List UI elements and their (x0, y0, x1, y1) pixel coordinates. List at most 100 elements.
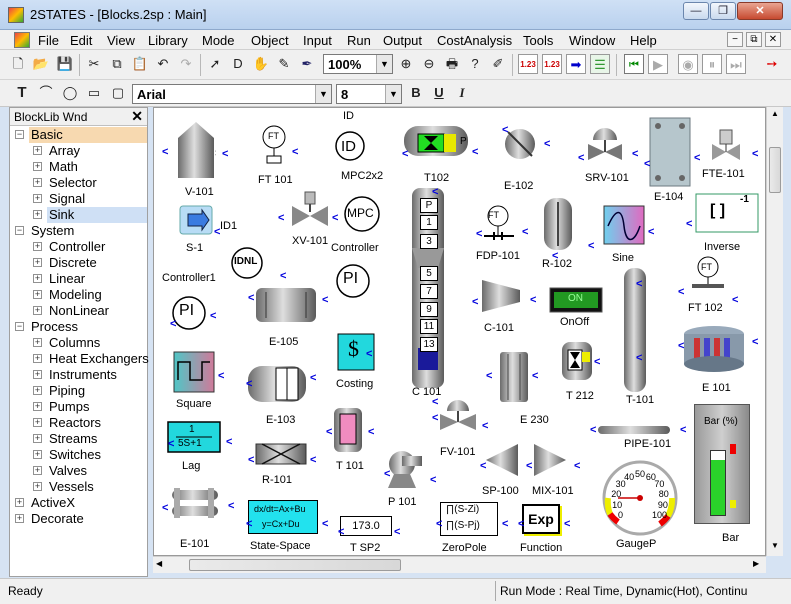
expand-toggle-icon[interactable]: + (33, 338, 42, 347)
port-arrow-icon[interactable]: < (472, 146, 478, 158)
tree-item-pumps[interactable]: Pumps (47, 399, 147, 415)
port-arrow-icon[interactable]: < (214, 226, 220, 238)
port-arrow-icon[interactable]: < (310, 372, 316, 384)
expand-toggle-icon[interactable]: + (33, 482, 42, 491)
redo-icon[interactable]: ↷ (176, 54, 196, 74)
port-arrow-icon[interactable]: < (544, 138, 550, 150)
port-arrow-icon[interactable]: < (632, 148, 638, 160)
port-arrow-icon[interactable]: < (588, 240, 594, 252)
port-arrow-icon[interactable]: < (680, 424, 686, 436)
port-arrow-icon[interactable]: < (436, 518, 442, 530)
tree-item-switches[interactable]: Switches (47, 447, 147, 463)
mixer-icon[interactable] (528, 438, 572, 482)
port-arrow-icon[interactable]: < (636, 278, 642, 290)
scroll-down-icon[interactable]: ▼ (771, 541, 779, 550)
save-icon[interactable]: 💾 (55, 54, 75, 74)
port-arrow-icon[interactable]: < (530, 294, 536, 306)
port-arrow-icon[interactable]: < (338, 526, 344, 538)
tank-t212-icon[interactable] (558, 340, 598, 382)
tree-item-heat-exchangers[interactable]: Heat Exchangers (47, 351, 149, 367)
select-pointer-icon[interactable]: ➚ (205, 54, 225, 74)
italic-button[interactable]: I (452, 83, 472, 103)
port-arrow-icon[interactable]: < (162, 146, 168, 158)
scroll-left-icon[interactable]: ◀ (156, 559, 162, 568)
expand-toggle-icon[interactable]: + (33, 306, 42, 315)
tree-item-columns[interactable]: Columns (47, 335, 147, 351)
fdp-transmitter-icon[interactable] (478, 204, 522, 246)
port-arrow-icon[interactable]: < (210, 310, 216, 322)
zoom-out-icon[interactable]: ⊖ (419, 54, 439, 74)
port-arrow-icon[interactable]: < (732, 294, 738, 306)
port-arrow-icon[interactable]: < (432, 186, 438, 198)
port-arrow-icon[interactable]: < (686, 218, 692, 230)
expand-toggle-icon[interactable]: + (33, 146, 42, 155)
cut-icon[interactable]: ✂ (84, 54, 104, 74)
tree-item-instruments[interactable]: Instruments (47, 367, 147, 383)
shell-tube-exchanger-icon[interactable] (250, 282, 322, 330)
port-arrow-icon[interactable]: < (310, 454, 316, 466)
diagram-canvas[interactable]: > V-101 FT FT 101 ID ID MPC2x2 P T102 E-… (153, 107, 766, 556)
tree-item-discrete[interactable]: Discrete (47, 255, 147, 271)
font-select[interactable]: Arial ▼ (132, 84, 332, 104)
menu-mode[interactable]: Mode (202, 33, 235, 48)
port-arrow-icon[interactable]: < (518, 518, 524, 530)
panel-close-icon[interactable]: ✕ (131, 108, 143, 125)
expand-toggle-icon[interactable]: + (33, 178, 42, 187)
port-arrow-icon[interactable]: < (594, 356, 600, 368)
port-arrow-icon[interactable]: < (752, 336, 758, 348)
menu-output[interactable]: Output (383, 33, 422, 48)
pan-hand-icon[interactable]: ✋ (251, 54, 271, 74)
maximize-button[interactable]: ❐ (710, 2, 736, 20)
step-icon[interactable]: ⏭ (726, 54, 746, 74)
splitter-icon[interactable] (480, 438, 524, 482)
expand-toggle-icon[interactable]: + (33, 258, 42, 267)
port-arrow-icon[interactable]: < (368, 426, 374, 438)
menu-costanalysis[interactable]: CostAnalysis (437, 33, 512, 48)
port-arrow-icon[interactable]: < (170, 318, 176, 330)
xv-valve-icon[interactable] (288, 190, 332, 234)
expand-toggle-icon[interactable]: + (33, 386, 42, 395)
pen-icon[interactable]: ✒ (297, 54, 317, 74)
zoom-select[interactable]: 100% ▼ (323, 54, 393, 74)
port-arrow-icon[interactable]: < (522, 226, 528, 238)
port-arrow-icon[interactable]: < (246, 518, 252, 530)
pause-icon[interactable]: ⏸ (702, 54, 722, 74)
bold-button[interactable]: B (406, 83, 426, 103)
port-arrow-icon[interactable]: < (246, 378, 252, 390)
port-arrow-icon[interactable]: < (476, 228, 482, 240)
port-arrow-icon[interactable]: < (486, 370, 492, 382)
port-arrow-icon[interactable]: < (326, 426, 332, 438)
exchanger-e230-icon[interactable] (496, 348, 532, 406)
horizontal-scrollbar[interactable]: ◀ ▶ (153, 556, 766, 573)
port-arrow-icon[interactable]: < (322, 294, 328, 306)
tree-item-system[interactable]: System (29, 223, 147, 239)
close-button[interactable]: ✕ (737, 2, 783, 20)
port-arrow-icon[interactable]: < (552, 250, 558, 262)
port-arrow-icon[interactable]: < (752, 148, 758, 160)
mdi-close-button[interactable]: ✕ (765, 32, 781, 47)
port-arrow-icon[interactable]: < (636, 352, 642, 364)
context-help-icon[interactable]: ✐ (488, 54, 508, 74)
port-arrow-icon[interactable]: < (472, 296, 478, 308)
expand-toggle-icon[interactable]: + (33, 290, 42, 299)
port-arrow-icon[interactable]: < (578, 152, 584, 164)
menu-edit[interactable]: Edit (70, 33, 92, 48)
menu-input[interactable]: Input (303, 33, 332, 48)
menu-view[interactable]: View (107, 33, 135, 48)
expand-toggle-icon[interactable]: + (15, 514, 24, 523)
tree-item-decorate[interactable]: Decorate (29, 511, 147, 527)
polygon-tool-icon[interactable]: ⌒ (36, 83, 56, 103)
app-icon[interactable] (8, 7, 24, 23)
pipe-icon[interactable] (594, 424, 674, 436)
hairpin-exchanger-icon[interactable] (166, 484, 226, 524)
scroll-right-icon[interactable]: ▶ (753, 559, 759, 568)
minimize-button[interactable]: — (683, 2, 709, 20)
port-arrow-icon[interactable]: < (248, 292, 254, 304)
tree-item-controller[interactable]: Controller (47, 239, 147, 255)
horizontal-scroll-thumb[interactable] (189, 559, 401, 571)
port-arrow-icon[interactable]: < (502, 124, 508, 136)
port-arrow-icon[interactable]: < (644, 158, 650, 170)
stream-s1-icon[interactable] (178, 204, 214, 236)
port-arrow-icon[interactable]: < (574, 460, 580, 472)
stop-icon[interactable]: ◉ (678, 54, 698, 74)
